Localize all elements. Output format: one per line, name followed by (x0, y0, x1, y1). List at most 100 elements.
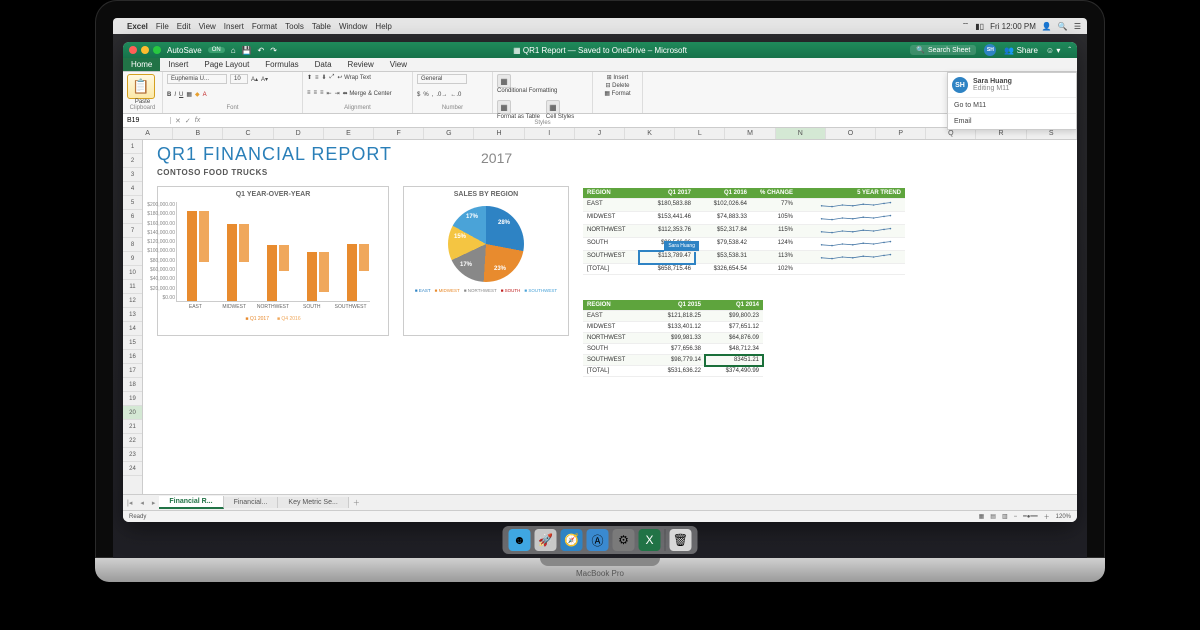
currency-icon[interactable]: $ (417, 92, 420, 98)
align-bottom-icon[interactable]: ⬇ (322, 74, 327, 81)
underline-button[interactable]: U (179, 92, 183, 98)
menu-edit[interactable]: Edit (177, 22, 191, 31)
view-break-icon[interactable]: ▥ (1002, 513, 1008, 520)
align-center-icon[interactable]: ≡ (314, 90, 318, 96)
presence-avatar-mini[interactable]: SH (984, 44, 996, 56)
tab-data[interactable]: Data (307, 58, 340, 71)
minimize-icon[interactable] (141, 46, 149, 54)
spotlight-icon[interactable]: 🔍 (1058, 22, 1068, 31)
paste-button[interactable]: 📋 (127, 74, 155, 99)
zoom-icon[interactable] (153, 46, 161, 54)
chart-year-over-year[interactable]: Q1 YEAR-OVER-YEAR $200,000.00$180,000.00… (157, 186, 389, 336)
column-headers[interactable]: ABCDEFGHIJKLMNOPQRS (123, 128, 1077, 140)
align-left-icon[interactable]: ≡ (307, 90, 311, 96)
sheet-tab-0[interactable]: Financial R... (159, 496, 223, 509)
app-name[interactable]: Excel (127, 22, 148, 31)
battery-icon[interactable]: ▮▯ (975, 22, 984, 31)
dock-appstore-icon[interactable]: Ⓐ (587, 529, 609, 551)
zoom-slider[interactable]: ━●━━ (1023, 513, 1037, 520)
font-name-select[interactable]: Euphemia U... (167, 74, 227, 84)
bold-button[interactable]: B (167, 92, 171, 98)
search-sheet[interactable]: 🔍 Search Sheet (910, 45, 976, 55)
name-box[interactable]: B19 (123, 117, 171, 124)
increase-font-icon[interactable]: A▴ (251, 76, 258, 83)
fill-color-button[interactable]: ◆ (195, 91, 200, 98)
insert-cells-button[interactable]: ⊞ Insert (607, 74, 629, 81)
dock-prefs-icon[interactable]: ⚙ (613, 529, 635, 551)
menu-insert[interactable]: Insert (224, 22, 244, 31)
decrease-font-icon[interactable]: A▾ (261, 76, 268, 83)
view-normal-icon[interactable]: ▦ (979, 513, 985, 520)
cell-styles-button[interactable]: ▦Cell Styles (546, 100, 574, 120)
save-icon[interactable]: 💾 (242, 46, 252, 55)
tab-prev-icon[interactable]: ◂ (136, 499, 148, 507)
menu-format[interactable]: Format (252, 22, 277, 31)
tab-first-icon[interactable]: |◂ (123, 499, 136, 507)
presence-goto[interactable]: Go to M11 (948, 97, 1076, 113)
format-cells-button[interactable]: ▦ Format (604, 90, 630, 97)
font-color-button[interactable]: A (203, 92, 207, 98)
wrap-text-button[interactable]: ↩ Wrap Text (337, 74, 371, 81)
menu-help[interactable]: Help (375, 22, 391, 31)
font-size-select[interactable]: 10 (230, 74, 248, 84)
dock-trash-icon[interactable]: 🗑 (670, 529, 692, 551)
decimal-dec-icon[interactable]: ←.0 (450, 92, 461, 98)
tab-review[interactable]: Review (340, 58, 382, 71)
menu-table[interactable]: Table (312, 22, 331, 31)
share-button[interactable]: 👥 Share (1004, 46, 1038, 55)
add-sheet-button[interactable]: ＋ (349, 498, 364, 508)
align-middle-icon[interactable]: ≡ (315, 75, 319, 81)
menu-view[interactable]: View (199, 22, 216, 31)
dock-launchpad-icon[interactable]: 🚀 (535, 529, 557, 551)
zoom-out-button[interactable]: − (1014, 514, 1018, 520)
comma-icon[interactable]: , (432, 92, 434, 98)
indent-dec-icon[interactable]: ⇤ (327, 90, 332, 97)
chart-sales-by-region[interactable]: SALES BY REGION 28% 23% 17% 15% 17% EAST… (403, 186, 569, 336)
dock-finder-icon[interactable]: ☻ (509, 529, 531, 551)
zoom-in-button[interactable]: ＋ (1044, 512, 1050, 521)
orientation-icon[interactable]: ⤢ (330, 74, 335, 81)
home-icon[interactable]: ⌂ (231, 46, 236, 55)
wifi-icon[interactable]: ⌔ (962, 21, 970, 31)
align-right-icon[interactable]: ≡ (320, 90, 324, 96)
tab-next-icon[interactable]: ▸ (148, 499, 160, 507)
ribbon-collapse-icon[interactable]: ˆ (1068, 46, 1071, 55)
menu-icon[interactable]: ☰ (1074, 22, 1081, 31)
close-icon[interactable] (129, 46, 137, 54)
tab-view[interactable]: View (382, 58, 415, 71)
delete-cells-button[interactable]: ⊟ Delete (605, 82, 629, 89)
dock-excel-icon[interactable]: X (639, 529, 661, 551)
table-historical[interactable]: REGIONQ1 2015Q1 2014EAST$121,818.25$99,8… (583, 300, 763, 377)
merge-center-button[interactable]: ⬌ Merge & Center (343, 90, 392, 97)
border-button[interactable]: ▦ (186, 91, 192, 98)
clock[interactable]: Fri 12:00 PM (990, 22, 1036, 31)
menu-file[interactable]: File (156, 22, 169, 31)
cond-format-button[interactable]: ▦Conditional Formatting (497, 74, 557, 94)
sheet-tab-2[interactable]: Key Metric Se... (278, 497, 348, 508)
fx-icon[interactable]: fx (195, 117, 200, 125)
presence-email[interactable]: Email (948, 113, 1076, 129)
dock-safari-icon[interactable]: 🧭 (561, 529, 583, 551)
table-q1-comparison[interactable]: REGIONQ1 2017Q1 2016% CHANGE5 YEAR TREND… (583, 188, 905, 275)
menu-tools[interactable]: Tools (285, 22, 304, 31)
enter-icon[interactable]: ✓ (185, 117, 191, 125)
italic-button[interactable]: I (174, 92, 176, 98)
undo-icon[interactable]: ↶ (258, 46, 265, 55)
indent-inc-icon[interactable]: ⇥ (335, 90, 340, 97)
menu-window[interactable]: Window (339, 22, 367, 31)
percent-icon[interactable]: % (423, 92, 428, 98)
redo-icon[interactable]: ↷ (270, 46, 277, 55)
number-format-select[interactable]: General (417, 74, 467, 84)
tab-insert[interactable]: Insert (160, 58, 196, 71)
spreadsheet-grid[interactable]: QR1 FINANCIAL REPORT CONTOSO FOOD TRUCKS… (143, 140, 1077, 494)
cancel-icon[interactable]: ✕ (175, 117, 181, 125)
decimal-inc-icon[interactable]: .0→ (436, 92, 447, 98)
format-table-button[interactable]: ▦Format as Table (497, 100, 540, 120)
view-layout-icon[interactable]: ▤ (990, 513, 996, 520)
tab-formulas[interactable]: Formulas (257, 58, 306, 71)
user-icon[interactable]: 👤 (1042, 22, 1052, 31)
sheet-tab-1[interactable]: Financial... (224, 497, 279, 508)
align-top-icon[interactable]: ⬆ (307, 74, 312, 81)
tab-page-layout[interactable]: Page Layout (196, 58, 257, 71)
autosave-toggle[interactable]: ON (208, 47, 225, 53)
